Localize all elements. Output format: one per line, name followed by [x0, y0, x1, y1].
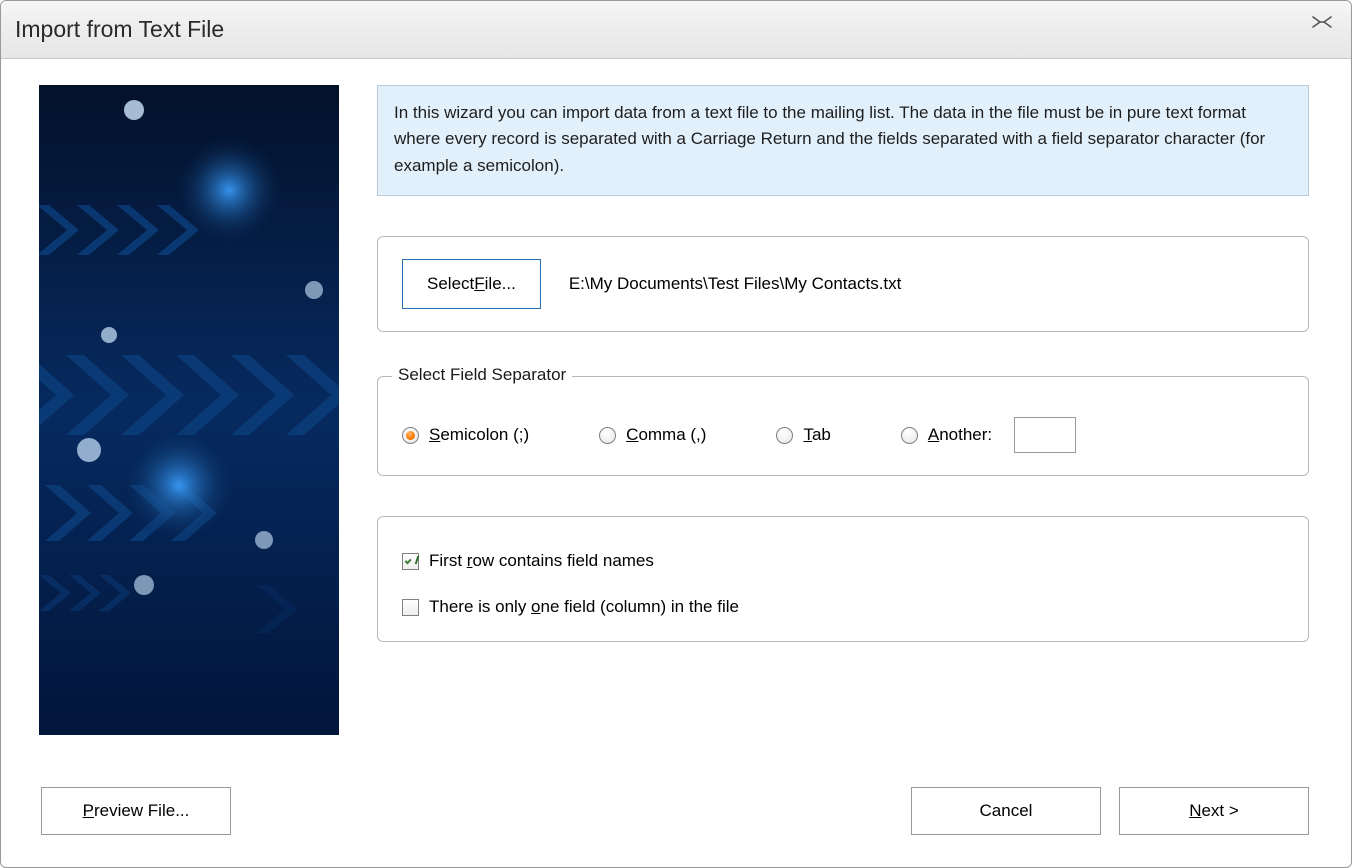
select-file-button[interactable]: Select File...	[402, 259, 541, 309]
separator-radio-row: Semicolon (;) Comma (,) Tab Another	[402, 417, 1284, 453]
field-separator-legend: Select Field Separator	[392, 365, 572, 385]
dialog-window: Import from Text File	[0, 0, 1352, 868]
radio-another[interactable]: Another:	[901, 417, 1076, 453]
cancel-button[interactable]: Cancel	[911, 787, 1101, 835]
checkbox-icon	[402, 599, 419, 616]
wizard-right-column: In this wizard you can import data from …	[377, 85, 1309, 642]
radio-icon	[901, 427, 918, 444]
radio-icon	[599, 427, 616, 444]
titlebar: Import from Text File	[1, 1, 1351, 59]
radio-comma[interactable]: Comma (,)	[599, 425, 706, 445]
info-box: In this wizard you can import data from …	[377, 85, 1309, 196]
next-button[interactable]: Next >	[1119, 787, 1309, 835]
select-file-row: Select File... E:\My Documents\Test File…	[402, 259, 1284, 309]
file-selection-panel: Select File... E:\My Documents\Test File…	[377, 236, 1309, 332]
window-title: Import from Text File	[15, 16, 224, 43]
preview-file-button[interactable]: Preview File...	[41, 787, 231, 835]
wizard-banner-image	[39, 85, 339, 735]
radio-icon	[776, 427, 793, 444]
radio-icon	[402, 427, 419, 444]
selected-file-path: E:\My Documents\Test Files\My Contacts.t…	[569, 274, 902, 294]
checkbox-first-row-names[interactable]: First row contains field names	[402, 551, 1284, 571]
field-separator-group: Select Field Separator Semicolon (;) Com…	[377, 376, 1309, 476]
client-area: In this wizard you can import data from …	[2, 60, 1350, 866]
close-icon[interactable]	[1311, 15, 1333, 29]
radio-semicolon[interactable]: Semicolon (;)	[402, 425, 529, 445]
custom-separator-input[interactable]	[1014, 417, 1076, 453]
checkbox-icon	[402, 553, 419, 570]
options-panel: First row contains field names There is …	[377, 516, 1309, 642]
checkbox-one-field[interactable]: There is only one field (column) in the …	[402, 597, 1284, 617]
button-bar: Preview File... Cancel Next >	[41, 787, 1309, 835]
content-area: In this wizard you can import data from …	[3, 61, 1349, 865]
radio-tab[interactable]: Tab	[776, 425, 830, 445]
info-text: In this wizard you can import data from …	[394, 103, 1265, 175]
